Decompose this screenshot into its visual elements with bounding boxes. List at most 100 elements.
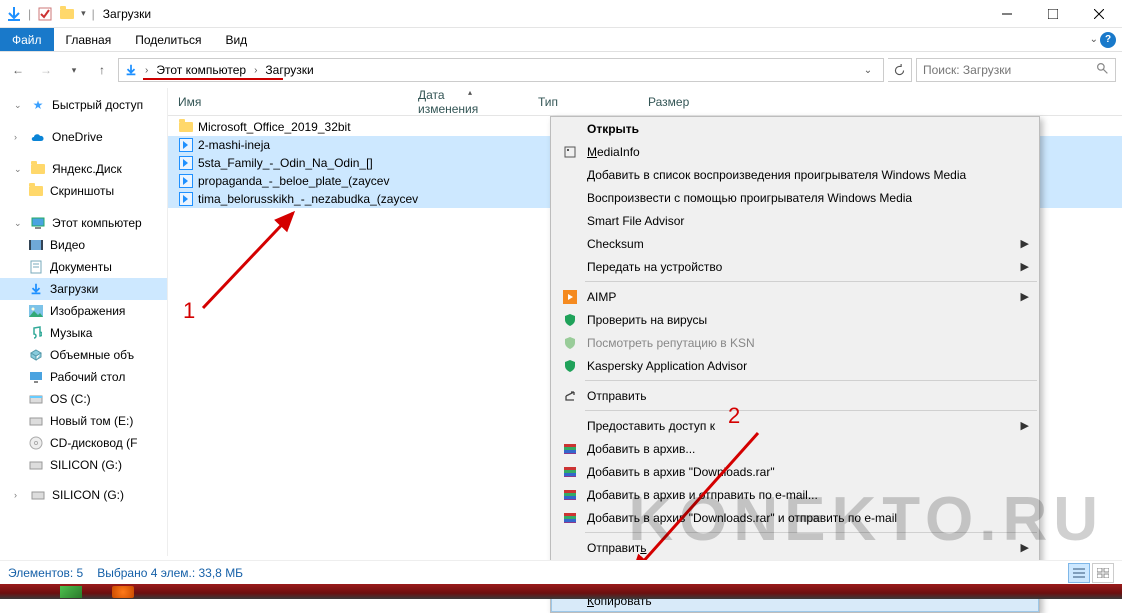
qat-checkbox-icon[interactable]: [37, 6, 53, 22]
nav-label: SILICON (G:): [52, 488, 124, 502]
ribbon-tabs: Файл Главная Поделиться Вид ⌄ ?: [0, 28, 1122, 52]
menu-sfa[interactable]: Smart File Advisor: [551, 209, 1039, 232]
menu-wmp-play[interactable]: Воспроизвести с помощью проигрывателя Wi…: [551, 186, 1039, 209]
folder-icon[interactable]: [59, 6, 75, 22]
nav-cd-f[interactable]: CD-дисковод (F: [0, 432, 167, 454]
menu-checksum[interactable]: Checksum▶: [551, 232, 1039, 255]
help-icon[interactable]: ?: [1100, 32, 1116, 48]
ribbon-collapse-icon[interactable]: ⌄: [1090, 34, 1098, 45]
nav-yandex[interactable]: ⌄Яндекс.Диск: [0, 158, 167, 180]
menu-open[interactable]: Открыть: [551, 117, 1039, 140]
nav-3d[interactable]: Объемные объ: [0, 344, 167, 366]
nav-pictures[interactable]: Изображения: [0, 300, 167, 322]
video-icon: [28, 237, 44, 253]
breadcrumb-downloads[interactable]: Загрузки: [263, 63, 315, 77]
submenu-arrow-icon: ▶: [1021, 237, 1029, 250]
menu-aimp[interactable]: AIMP▶: [551, 285, 1039, 308]
view-details-button[interactable]: [1068, 563, 1090, 583]
file-name: 2-mashi-ineja: [198, 138, 270, 152]
menu-ksn: Посмотреть репутацию в KSN: [551, 331, 1039, 354]
quick-access-toolbar: | ▾ |: [0, 6, 95, 22]
menu-wmp-addlist[interactable]: Добавить в список воспроизведения проигр…: [551, 163, 1039, 186]
minimize-button[interactable]: [984, 0, 1030, 28]
search-icon[interactable]: [1096, 62, 1109, 78]
nav-label: Видео: [50, 238, 85, 252]
file-name: propaganda_-_beloe_plate_(zaycev: [198, 174, 389, 188]
nav-quick-access[interactable]: ⌄★Быстрый доступ: [0, 94, 167, 116]
nav-onedrive[interactable]: ›OneDrive: [0, 126, 167, 148]
cd-icon: [28, 435, 44, 451]
chevron-right-icon[interactable]: ›: [252, 65, 259, 76]
nav-os-c[interactable]: OS (C:): [0, 388, 167, 410]
menu-separator: [585, 410, 1037, 411]
submenu-arrow-icon: ▶: [1021, 290, 1029, 303]
tab-view[interactable]: Вид: [213, 28, 259, 51]
nav-pane: ⌄★Быстрый доступ ›OneDrive ⌄Яндекс.Диск …: [0, 88, 168, 556]
search-box[interactable]: [916, 58, 1116, 82]
nav-label: OS (C:): [50, 392, 91, 406]
nav-video[interactable]: Видео: [0, 234, 167, 256]
nav-label: Яндекс.Диск: [52, 162, 122, 176]
maximize-button[interactable]: [1030, 0, 1076, 28]
menu-label: Воспроизвести с помощью проигрывателя Wi…: [583, 191, 912, 205]
disk-icon: [28, 413, 44, 429]
nav-label: OneDrive: [52, 130, 103, 144]
qat-dropdown-icon[interactable]: ▾: [81, 8, 86, 19]
menu-archive-add[interactable]: Добавить в архив...: [551, 437, 1039, 460]
status-selection: Выбрано 4 элем.: 33,8 МБ: [97, 566, 243, 580]
search-input[interactable]: [923, 63, 1096, 77]
rar-icon: [557, 465, 583, 479]
menu-label: Передать на устройство: [583, 260, 722, 274]
taskbar-item[interactable]: [60, 586, 82, 598]
nav-screenshots[interactable]: Скриншоты: [0, 180, 167, 202]
menu-share[interactable]: Отправить: [551, 384, 1039, 407]
window-title: Загрузки: [103, 7, 151, 21]
tab-file[interactable]: Файл: [0, 28, 54, 51]
menu-cast[interactable]: Передать на устройство▶: [551, 255, 1039, 278]
close-button[interactable]: [1076, 0, 1122, 28]
menu-separator: [585, 380, 1037, 381]
nav-recent-icon[interactable]: ▾: [62, 58, 86, 82]
nav-silicon-g-2[interactable]: ›SILICON (G:): [0, 484, 167, 506]
menu-mediainfo[interactable]: MediaInfo: [551, 140, 1039, 163]
menu-label: Добавить в список воспроизведения проигр…: [583, 168, 966, 182]
shield-icon: [557, 336, 583, 350]
nav-desktop[interactable]: Рабочий стол: [0, 366, 167, 388]
nav-label: Объемные объ: [50, 348, 134, 362]
desktop-icon: [28, 369, 44, 385]
col-name[interactable]: Имя▴: [178, 95, 418, 109]
col-label: Имя: [178, 95, 201, 109]
app-icon: [6, 6, 22, 22]
nav-this-pc[interactable]: ⌄Этот компьютер: [0, 212, 167, 234]
col-type[interactable]: Тип: [538, 95, 648, 109]
qat-separator: |: [92, 7, 95, 21]
address-history-icon[interactable]: ⌄: [857, 59, 879, 81]
file-name: Microsoft_Office_2019_32bit: [198, 120, 351, 134]
cube-icon: [28, 347, 44, 363]
nav-label: Быстрый доступ: [52, 98, 143, 112]
media-file-icon: [178, 191, 194, 207]
nav-forward-button[interactable]: →: [34, 58, 58, 82]
nav-downloads[interactable]: Загрузки: [0, 278, 167, 300]
tab-share[interactable]: Поделиться: [123, 28, 213, 51]
nav-back-button[interactable]: ←: [6, 58, 30, 82]
menu-scan[interactable]: Проверить на вирусы: [551, 308, 1039, 331]
refresh-button[interactable]: [888, 58, 912, 82]
breadcrumb-this-pc[interactable]: Этот компьютер: [154, 63, 248, 77]
menu-kaa[interactable]: Kaspersky Application Advisor: [551, 354, 1039, 377]
taskbar-item[interactable]: [112, 586, 134, 598]
nav-silicon-g[interactable]: SILICON (G:): [0, 454, 167, 476]
address-bar[interactable]: › Этот компьютер › Загрузки ⌄: [118, 58, 884, 82]
nav-up-button[interactable]: ↑: [90, 58, 114, 82]
menu-archive-dl[interactable]: Добавить в архив "Downloads.rar": [551, 460, 1039, 483]
aimp-icon: [557, 290, 583, 304]
view-large-button[interactable]: [1092, 563, 1114, 583]
nav-vol-e[interactable]: Новый том (E:): [0, 410, 167, 432]
col-date[interactable]: Дата изменения: [418, 88, 538, 116]
nav-music[interactable]: Музыка: [0, 322, 167, 344]
tab-home[interactable]: Главная: [54, 28, 124, 51]
nav-documents[interactable]: Документы: [0, 256, 167, 278]
chevron-right-icon[interactable]: ›: [143, 65, 150, 76]
menu-grantaccess[interactable]: Предоставить доступ к▶: [551, 414, 1039, 437]
col-size[interactable]: Размер: [648, 95, 729, 109]
